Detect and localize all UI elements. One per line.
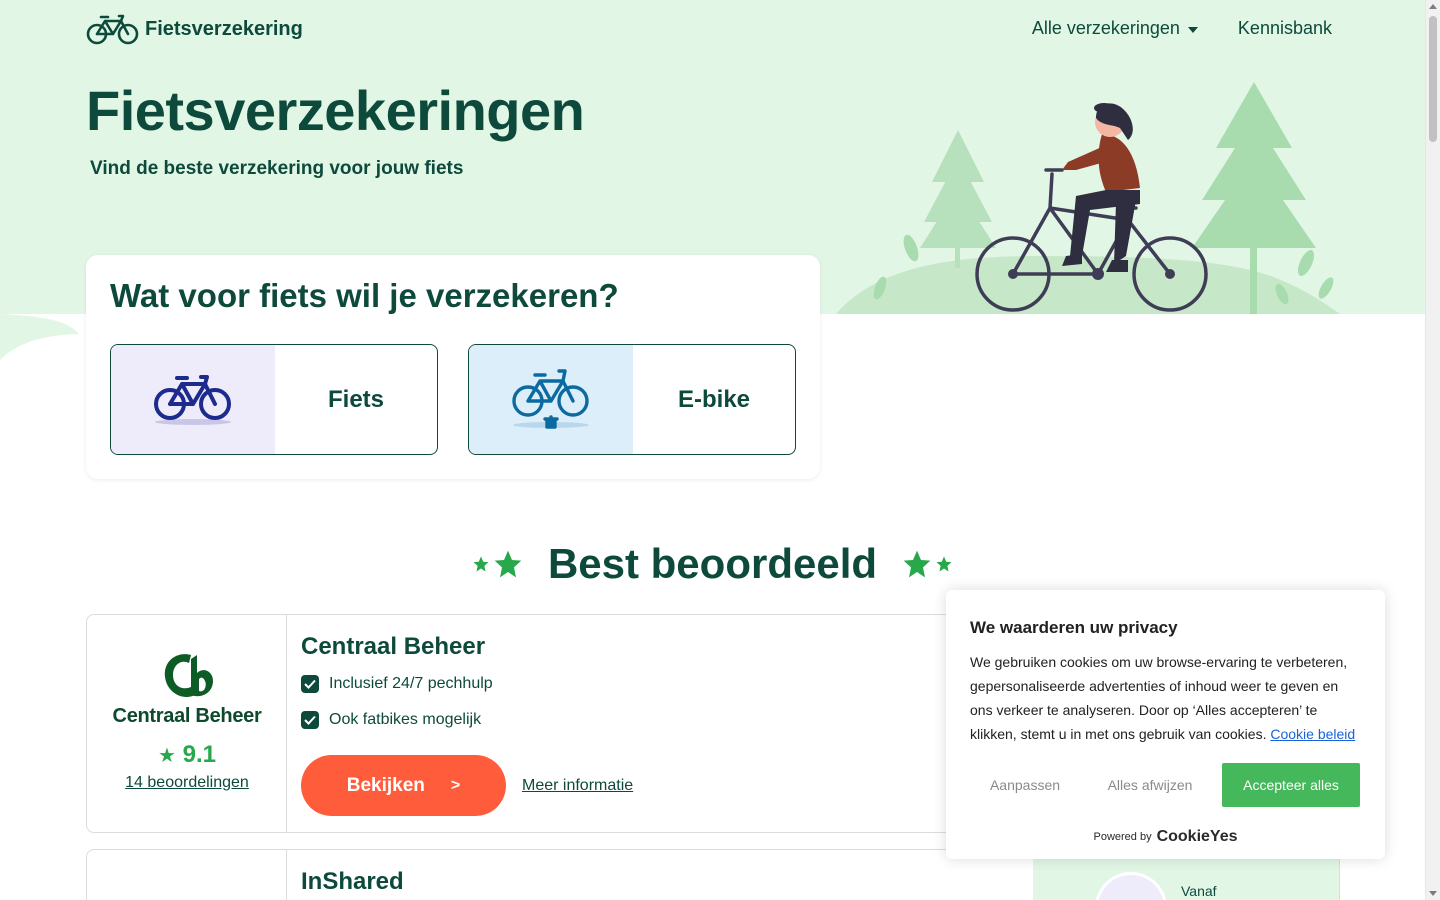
more-info-link[interactable]: Meer informatie	[522, 777, 633, 795]
view-insurer-label: Bekijken	[346, 774, 425, 796]
scroll-up-arrow-icon[interactable]	[1429, 4, 1437, 9]
cookie-message: We gebruiken cookies om uw browse-ervari…	[970, 650, 1362, 746]
centraal-beheer-logo-icon	[164, 654, 213, 697]
insurer-feature-label: Ook fatbikes mogelijk	[329, 711, 482, 728]
bicycle-icon	[111, 345, 275, 454]
insurer-rating-value: 9.1	[182, 741, 216, 768]
star-icon: ★	[158, 745, 176, 767]
chevron-down-icon	[1187, 26, 1198, 33]
insurer-feature: Ook fatbikes mogelijk	[301, 711, 481, 729]
nav-knowledge-base[interactable]: Kennisbank	[1238, 18, 1332, 39]
cookie-powered-by: Powered by CookieYes	[946, 828, 1385, 846]
insurer-reviews-link[interactable]: 14 beoordelingen	[87, 774, 287, 792]
cookie-reject-button[interactable]: Alles afwijzen	[1092, 763, 1208, 807]
cookie-customize-button[interactable]: Aanpassen	[970, 763, 1080, 807]
page-scrollbar[interactable]	[1425, 0, 1440, 900]
insurer-name: InShared	[301, 868, 404, 895]
star-decoration-icon	[472, 548, 524, 580]
insurer-price-badge	[1095, 872, 1167, 900]
nav-knowledge-base-label: Kennisbank	[1237, 18, 1332, 38]
nav-all-insurances[interactable]: Alle verzekeringen	[1032, 18, 1198, 39]
site-logo[interactable]: Fietsverzekering	[86, 13, 303, 45]
insurer-feature-label: Inclusief 24/7 pechhulp	[329, 675, 493, 692]
logo-text: Fietsverzekering	[145, 17, 303, 40]
star-decoration-icon	[901, 548, 953, 580]
cookieyes-logo: CookieYes	[1156, 828, 1238, 845]
chevron-right-icon: >	[450, 776, 461, 794]
option-e-bike-label: E-bike	[677, 385, 751, 413]
insurer-price-prefix: Vanaf	[1181, 883, 1217, 899]
bike-type-card: Wat voor fiets wil je verzekeren? Fiets	[86, 255, 820, 479]
cookie-consent-dialog: We waarderen uw privacy We gebruiken coo…	[946, 590, 1385, 859]
cookie-title: We waarderen uw privacy	[970, 618, 1178, 637]
insurer-logo-panel: Centraal Beheer ★ 9.1 14 beoordelingen	[87, 615, 287, 832]
check-icon	[301, 711, 319, 729]
insurer-logo-panel	[87, 850, 287, 900]
bike-type-question: Wat voor fiets wil je verzekeren?	[110, 277, 619, 314]
logo-bicycle-icon	[86, 14, 139, 45]
cookie-accept-button[interactable]: Accepteer alles	[1222, 763, 1360, 807]
best-rated-title: Best beoordeeld	[547, 540, 878, 587]
e-bike-icon	[469, 345, 633, 454]
insurer-rating: ★ 9.1	[87, 741, 287, 769]
main-nav: Alle verzekeringen Kennisbank	[1032, 18, 1332, 39]
check-icon	[301, 675, 319, 693]
scroll-down-arrow-icon[interactable]	[1429, 891, 1437, 896]
insurer-name: Centraal Beheer	[301, 633, 486, 660]
best-rated-heading: Best beoordeeld	[0, 540, 1425, 588]
option-bike-button[interactable]: Fiets	[110, 344, 438, 455]
cookie-powered-label: Powered by	[1093, 831, 1152, 843]
view-insurer-button[interactable]: Bekijken >	[301, 755, 506, 816]
option-bike-label: Fiets	[327, 385, 384, 413]
nav-all-insurances-label: Alle verzekeringen	[1031, 18, 1180, 38]
option-e-bike-button[interactable]: E-bike	[468, 344, 796, 455]
page-subtitle: Vind de beste verzekering voor jouw fiet…	[90, 158, 464, 179]
scrollbar-thumb[interactable]	[1429, 16, 1437, 142]
insurer-logo-text: Centraal Beheer	[112, 705, 262, 727]
cookie-policy-link[interactable]: Cookie beleid	[1270, 726, 1355, 742]
page-title: Fietsverzekeringen	[86, 79, 585, 142]
insurer-feature: Inclusief 24/7 pechhulp	[301, 675, 493, 693]
cyclist-illustration	[836, 82, 1340, 314]
